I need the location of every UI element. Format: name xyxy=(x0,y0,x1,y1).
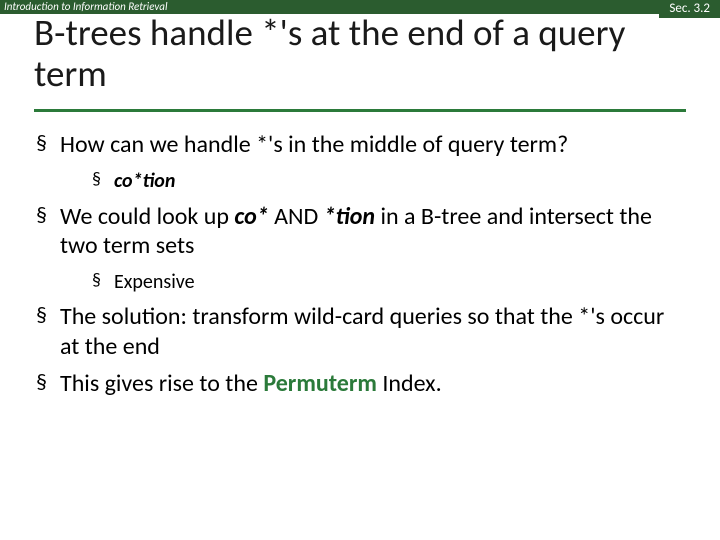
bullet-1-text: How can we handle *'s in the middle of q… xyxy=(60,130,568,159)
bullet-2-term1: co* xyxy=(234,202,268,231)
bullet-2-sub: Expensive xyxy=(92,270,684,294)
bullet-4-term: Permuterm xyxy=(263,369,377,398)
bullet-2: We could look up co* AND *tion in a B-tr… xyxy=(36,202,684,295)
course-label: Introduction to Information Retrieval xyxy=(4,0,167,13)
bullet-1-sub: co*tion xyxy=(92,169,684,193)
bullet-list: How can we handle *'s in the middle of q… xyxy=(36,130,684,398)
title-wrap: B-trees handle *'s at the end of a query… xyxy=(0,12,720,103)
bullet-2-pre: We could look up xyxy=(60,202,234,231)
bullet-2-term2: *tion xyxy=(324,202,375,231)
bullet-1-sub-text: co*tion xyxy=(114,169,175,193)
slide-content: How can we handle *'s in the middle of q… xyxy=(0,112,720,398)
bullet-1: How can we handle *'s in the middle of q… xyxy=(36,130,684,194)
bullet-4: This gives rise to the Permuterm Index. xyxy=(36,369,684,398)
bullet-4-post: Index. xyxy=(377,369,442,398)
section-tag: Sec. 3.2 xyxy=(659,0,720,18)
bullet-3-text: The solution: transform wild-card querie… xyxy=(60,302,664,360)
bullet-3: The solution: transform wild-card querie… xyxy=(36,302,684,361)
bullet-4-pre: This gives rise to the xyxy=(60,369,263,398)
header-bar: Introduction to Information Retrieval Se… xyxy=(0,0,720,14)
bullet-2-mid: AND xyxy=(269,202,324,231)
slide-title: B-trees handle *'s at the end of a query… xyxy=(34,12,686,95)
bullet-2-sub-text: Expensive xyxy=(114,270,195,294)
